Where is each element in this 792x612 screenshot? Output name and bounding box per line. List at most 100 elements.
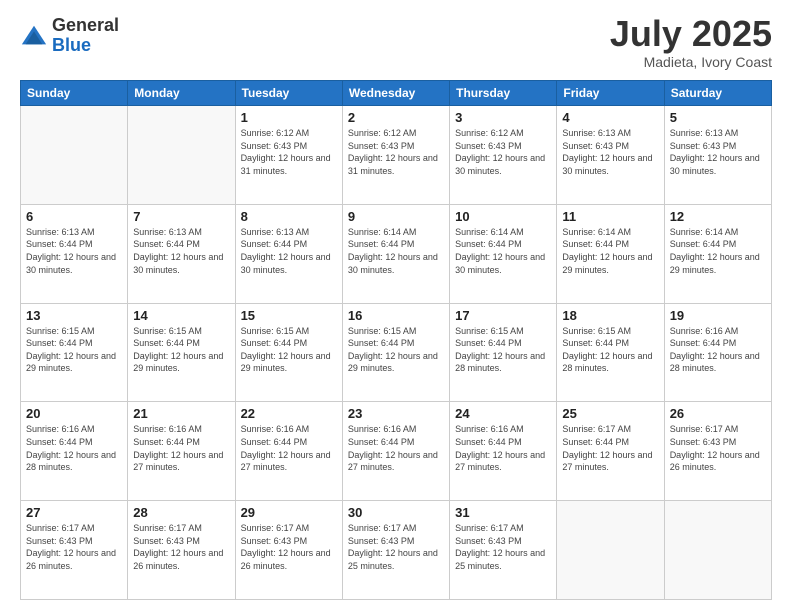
day-info: Sunrise: 6:17 AMSunset: 6:43 PMDaylight:…	[26, 522, 122, 572]
day-cell: 11Sunrise: 6:14 AMSunset: 6:44 PMDayligh…	[557, 204, 664, 303]
day-cell: 23Sunrise: 6:16 AMSunset: 6:44 PMDayligh…	[342, 402, 449, 501]
day-cell: 29 Sunrise: 6:17 AMSunset: 6:43 PMDayligh…	[235, 501, 342, 600]
day-info: Sunrise: 6:12 AMSunset: 6:43 PMDaylight:…	[241, 127, 337, 177]
day-number: 7	[133, 209, 229, 224]
day-cell	[557, 501, 664, 600]
day-info: Sunrise: 6:17 AMSunset: 6:44 PMDaylight:…	[562, 423, 658, 473]
weekday-header-thursday: Thursday	[450, 81, 557, 106]
day-number: 2	[348, 110, 444, 125]
day-cell: 7 Sunrise: 6:13 AMSunset: 6:44 PMDaylight…	[128, 204, 235, 303]
day-cell: 8Sunrise: 6:13 AMSunset: 6:44 PMDaylight…	[235, 204, 342, 303]
day-info: Sunrise: 6:16 AMSunset: 6:44 PMDaylight:…	[348, 423, 444, 473]
day-info: Sunrise: 6:13 AMSunset: 6:43 PMDaylight:…	[670, 127, 766, 177]
weekday-row: SundayMondayTuesdayWednesdayThursdayFrid…	[21, 81, 772, 106]
day-info: Sunrise: 6:15 AMSunset: 6:44 PMDaylight:…	[133, 325, 229, 375]
day-info: Sunrise: 6:15 AMSunset: 6:44 PMDaylight:…	[455, 325, 551, 375]
day-cell: 9Sunrise: 6:14 AMSunset: 6:44 PMDaylight…	[342, 204, 449, 303]
day-cell: 4 Sunrise: 6:13 AMSunset: 6:43 PMDaylight…	[557, 106, 664, 205]
day-info: Sunrise: 6:17 AMSunset: 6:43 PMDaylight:…	[348, 522, 444, 572]
day-cell	[128, 106, 235, 205]
calendar: SundayMondayTuesdayWednesdayThursdayFrid…	[20, 80, 772, 600]
day-number: 22	[241, 406, 337, 421]
day-info: Sunrise: 6:12 AMSunset: 6:43 PMDaylight:…	[455, 127, 551, 177]
day-info: Sunrise: 6:14 AMSunset: 6:44 PMDaylight:…	[562, 226, 658, 276]
day-info: Sunrise: 6:13 AMSunset: 6:44 PMDaylight:…	[241, 226, 337, 276]
weekday-header-wednesday: Wednesday	[342, 81, 449, 106]
day-cell: 12Sunrise: 6:14 AMSunset: 6:44 PMDayligh…	[664, 204, 771, 303]
day-number: 19	[670, 308, 766, 323]
day-info: Sunrise: 6:16 AMSunset: 6:44 PMDaylight:…	[133, 423, 229, 473]
day-number: 29	[241, 505, 337, 520]
day-cell: 25 Sunrise: 6:17 AMSunset: 6:44 PMDayligh…	[557, 402, 664, 501]
day-info: Sunrise: 6:13 AMSunset: 6:44 PMDaylight:…	[133, 226, 229, 276]
week-row-3: 13Sunrise: 6:15 AMSunset: 6:44 PMDayligh…	[21, 303, 772, 402]
logo-icon	[20, 22, 48, 50]
day-cell: 31 Sunrise: 6:17 AMSunset: 6:43 PMDayligh…	[450, 501, 557, 600]
calendar-body: 1Sunrise: 6:12 AMSunset: 6:43 PMDaylight…	[21, 106, 772, 600]
logo-general: General	[52, 16, 119, 36]
logo: General Blue	[20, 16, 119, 56]
day-number: 15	[241, 308, 337, 323]
day-info: Sunrise: 6:13 AMSunset: 6:43 PMDaylight:…	[562, 127, 658, 177]
day-cell: 22 Sunrise: 6:16 AMSunset: 6:44 PMDayligh…	[235, 402, 342, 501]
day-cell: 14Sunrise: 6:15 AMSunset: 6:44 PMDayligh…	[128, 303, 235, 402]
day-info: Sunrise: 6:15 AMSunset: 6:44 PMDaylight:…	[241, 325, 337, 375]
day-cell: 19 Sunrise: 6:16 AMSunset: 6:44 PMDayligh…	[664, 303, 771, 402]
day-number: 6	[26, 209, 122, 224]
day-number: 31	[455, 505, 551, 520]
day-number: 28	[133, 505, 229, 520]
day-cell: 26 Sunrise: 6:17 AMSunset: 6:43 PMDayligh…	[664, 402, 771, 501]
day-cell: 15 Sunrise: 6:15 AMSunset: 6:44 PMDayligh…	[235, 303, 342, 402]
location: Madieta, Ivory Coast	[610, 54, 772, 70]
day-info: Sunrise: 6:16 AMSunset: 6:44 PMDaylight:…	[455, 423, 551, 473]
day-cell: 21Sunrise: 6:16 AMSunset: 6:44 PMDayligh…	[128, 402, 235, 501]
month-title: July 2025	[610, 16, 772, 52]
day-info: Sunrise: 6:15 AMSunset: 6:44 PMDaylight:…	[26, 325, 122, 375]
day-cell: 30Sunrise: 6:17 AMSunset: 6:43 PMDayligh…	[342, 501, 449, 600]
day-number: 25	[562, 406, 658, 421]
title-block: July 2025 Madieta, Ivory Coast	[610, 16, 772, 70]
day-number: 24	[455, 406, 551, 421]
day-info: Sunrise: 6:17 AMSunset: 6:43 PMDaylight:…	[133, 522, 229, 572]
day-cell: 24 Sunrise: 6:16 AMSunset: 6:44 PMDayligh…	[450, 402, 557, 501]
header: General Blue July 2025 Madieta, Ivory Co…	[20, 16, 772, 70]
day-number: 20	[26, 406, 122, 421]
week-row-4: 20 Sunrise: 6:16 AMSunset: 6:44 PMDayligh…	[21, 402, 772, 501]
day-number: 5	[670, 110, 766, 125]
day-number: 3	[455, 110, 551, 125]
week-row-5: 27 Sunrise: 6:17 AMSunset: 6:43 PMDayligh…	[21, 501, 772, 600]
day-number: 10	[455, 209, 551, 224]
day-info: Sunrise: 6:12 AMSunset: 6:43 PMDaylight:…	[348, 127, 444, 177]
day-info: Sunrise: 6:17 AMSunset: 6:43 PMDaylight:…	[670, 423, 766, 473]
day-number: 16	[348, 308, 444, 323]
day-cell: 2 Sunrise: 6:12 AMSunset: 6:43 PMDaylight…	[342, 106, 449, 205]
weekday-header-sunday: Sunday	[21, 81, 128, 106]
weekday-header-monday: Monday	[128, 81, 235, 106]
day-cell: 16Sunrise: 6:15 AMSunset: 6:44 PMDayligh…	[342, 303, 449, 402]
weekday-header-tuesday: Tuesday	[235, 81, 342, 106]
day-cell: 27 Sunrise: 6:17 AMSunset: 6:43 PMDayligh…	[21, 501, 128, 600]
weekday-header-saturday: Saturday	[664, 81, 771, 106]
day-cell: 13Sunrise: 6:15 AMSunset: 6:44 PMDayligh…	[21, 303, 128, 402]
weekday-header-friday: Friday	[557, 81, 664, 106]
day-info: Sunrise: 6:14 AMSunset: 6:44 PMDaylight:…	[670, 226, 766, 276]
day-number: 27	[26, 505, 122, 520]
logo-blue: Blue	[52, 36, 119, 56]
logo-text: General Blue	[52, 16, 119, 56]
calendar-header: SundayMondayTuesdayWednesdayThursdayFrid…	[21, 81, 772, 106]
page: General Blue July 2025 Madieta, Ivory Co…	[0, 0, 792, 612]
day-info: Sunrise: 6:16 AMSunset: 6:44 PMDaylight:…	[26, 423, 122, 473]
day-info: Sunrise: 6:14 AMSunset: 6:44 PMDaylight:…	[455, 226, 551, 276]
day-cell: 3 Sunrise: 6:12 AMSunset: 6:43 PMDaylight…	[450, 106, 557, 205]
day-info: Sunrise: 6:16 AMSunset: 6:44 PMDaylight:…	[670, 325, 766, 375]
day-info: Sunrise: 6:17 AMSunset: 6:43 PMDaylight:…	[455, 522, 551, 572]
day-number: 4	[562, 110, 658, 125]
day-cell: 10 Sunrise: 6:14 AMSunset: 6:44 PMDayligh…	[450, 204, 557, 303]
day-info: Sunrise: 6:17 AMSunset: 6:43 PMDaylight:…	[241, 522, 337, 572]
week-row-1: 1Sunrise: 6:12 AMSunset: 6:43 PMDaylight…	[21, 106, 772, 205]
day-number: 9	[348, 209, 444, 224]
day-number: 26	[670, 406, 766, 421]
day-cell: 1Sunrise: 6:12 AMSunset: 6:43 PMDaylight…	[235, 106, 342, 205]
day-number: 18	[562, 308, 658, 323]
day-info: Sunrise: 6:16 AMSunset: 6:44 PMDaylight:…	[241, 423, 337, 473]
